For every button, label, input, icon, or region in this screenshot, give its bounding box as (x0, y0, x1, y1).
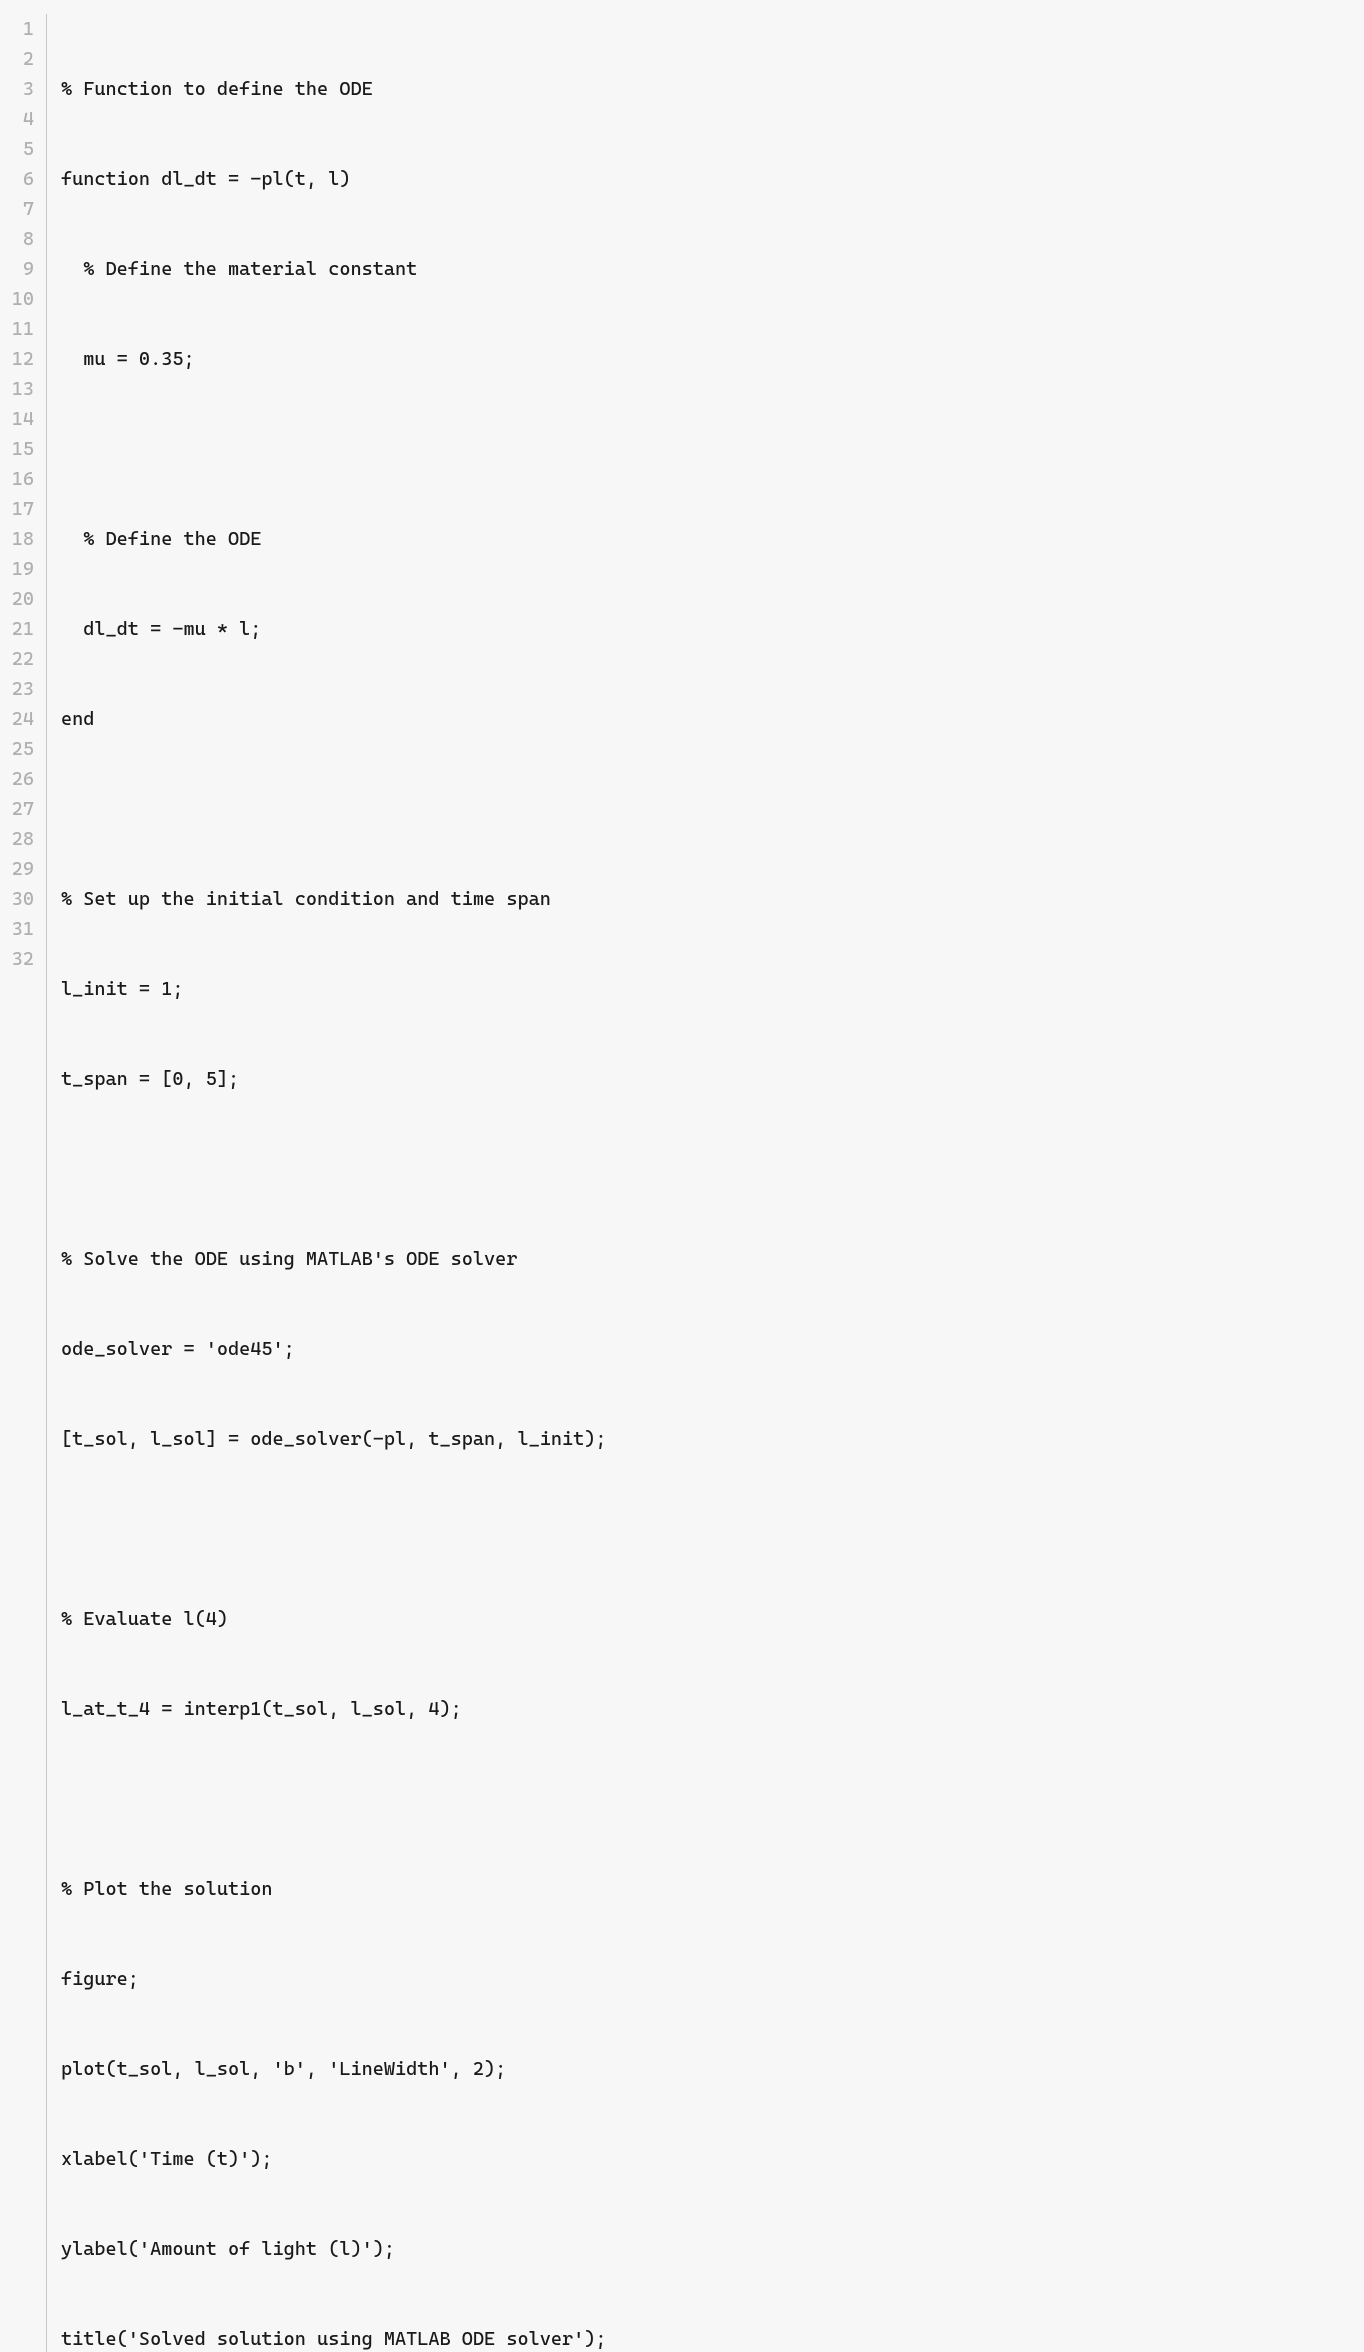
code-line: ode_solver = 'ode45'; (61, 1334, 829, 1364)
code-line: ylabel('Amount of light (l)'); (61, 2234, 829, 2264)
line-number: 11 (8, 314, 34, 344)
code-line: % Set up the initial condition and time … (61, 884, 829, 914)
code-line: [t_sol, l_sol] = ode_solver(-pl, t_span,… (61, 1424, 829, 1454)
code-line: % Plot the solution (61, 1874, 829, 1904)
code-line: end (61, 704, 829, 734)
code-lines[interactable]: % Function to define the ODE function dl… (47, 14, 829, 2352)
line-number-gutter: 1 2 3 4 5 6 7 8 9 10 11 12 13 14 15 16 1… (8, 14, 46, 2352)
code-line: % Define the material constant (61, 254, 829, 284)
line-number: 25 (8, 734, 34, 764)
code-line (61, 794, 829, 824)
code-line: l_init = 1; (61, 974, 829, 1004)
line-number: 13 (8, 374, 34, 404)
line-number: 23 (8, 674, 34, 704)
line-number: 9 (8, 254, 34, 284)
line-number: 24 (8, 704, 34, 734)
line-number: 5 (8, 134, 34, 164)
code-line: function dl_dt = -pl(t, l) (61, 164, 829, 194)
line-number: 8 (8, 224, 34, 254)
code-line: % Solve the ODE using MATLAB's ODE solve… (61, 1244, 829, 1274)
line-number: 7 (8, 194, 34, 224)
code-line: title('Solved solution using MATLAB ODE … (61, 2324, 829, 2352)
line-number: 30 (8, 884, 34, 914)
line-number: 2 (8, 44, 34, 74)
code-line (61, 1154, 829, 1184)
line-number: 12 (8, 344, 34, 374)
code-line: % Define the ODE (61, 524, 829, 554)
code-line: % Function to define the ODE (61, 74, 829, 104)
line-number: 6 (8, 164, 34, 194)
code-line: figure; (61, 1964, 829, 1994)
line-number: 27 (8, 794, 34, 824)
code-line: plot(t_sol, l_sol, 'b', 'LineWidth', 2); (61, 2054, 829, 2084)
code-line: t_span = [0, 5]; (61, 1064, 829, 1094)
code-line: dl_dt = -mu * l; (61, 614, 829, 644)
line-number: 15 (8, 434, 34, 464)
line-number: 16 (8, 464, 34, 494)
line-number: 28 (8, 824, 34, 854)
code-line: xlabel('Time (t)'); (61, 2144, 829, 2174)
code-line: l_at_t_4 = interp1(t_sol, l_sol, 4); (61, 1694, 829, 1724)
line-number: 26 (8, 764, 34, 794)
line-number: 31 (8, 914, 34, 944)
code-line (61, 434, 829, 464)
line-number: 19 (8, 554, 34, 584)
line-number: 14 (8, 404, 34, 434)
line-number: 20 (8, 584, 34, 614)
line-number: 17 (8, 494, 34, 524)
line-number: 18 (8, 524, 34, 554)
code-line: % Evaluate l(4) (61, 1604, 829, 1634)
code-line (61, 1784, 829, 1814)
line-number: 3 (8, 74, 34, 104)
line-number: 1 (8, 14, 34, 44)
line-number: 22 (8, 644, 34, 674)
line-number: 4 (8, 104, 34, 134)
line-number: 21 (8, 614, 34, 644)
line-number: 29 (8, 854, 34, 884)
code-line: mu = 0.35; (61, 344, 829, 374)
line-number: 32 (8, 944, 34, 974)
line-number: 10 (8, 284, 34, 314)
code-line (61, 1514, 829, 1544)
code-block: 1 2 3 4 5 6 7 8 9 10 11 12 13 14 15 16 1… (8, 14, 1356, 2352)
